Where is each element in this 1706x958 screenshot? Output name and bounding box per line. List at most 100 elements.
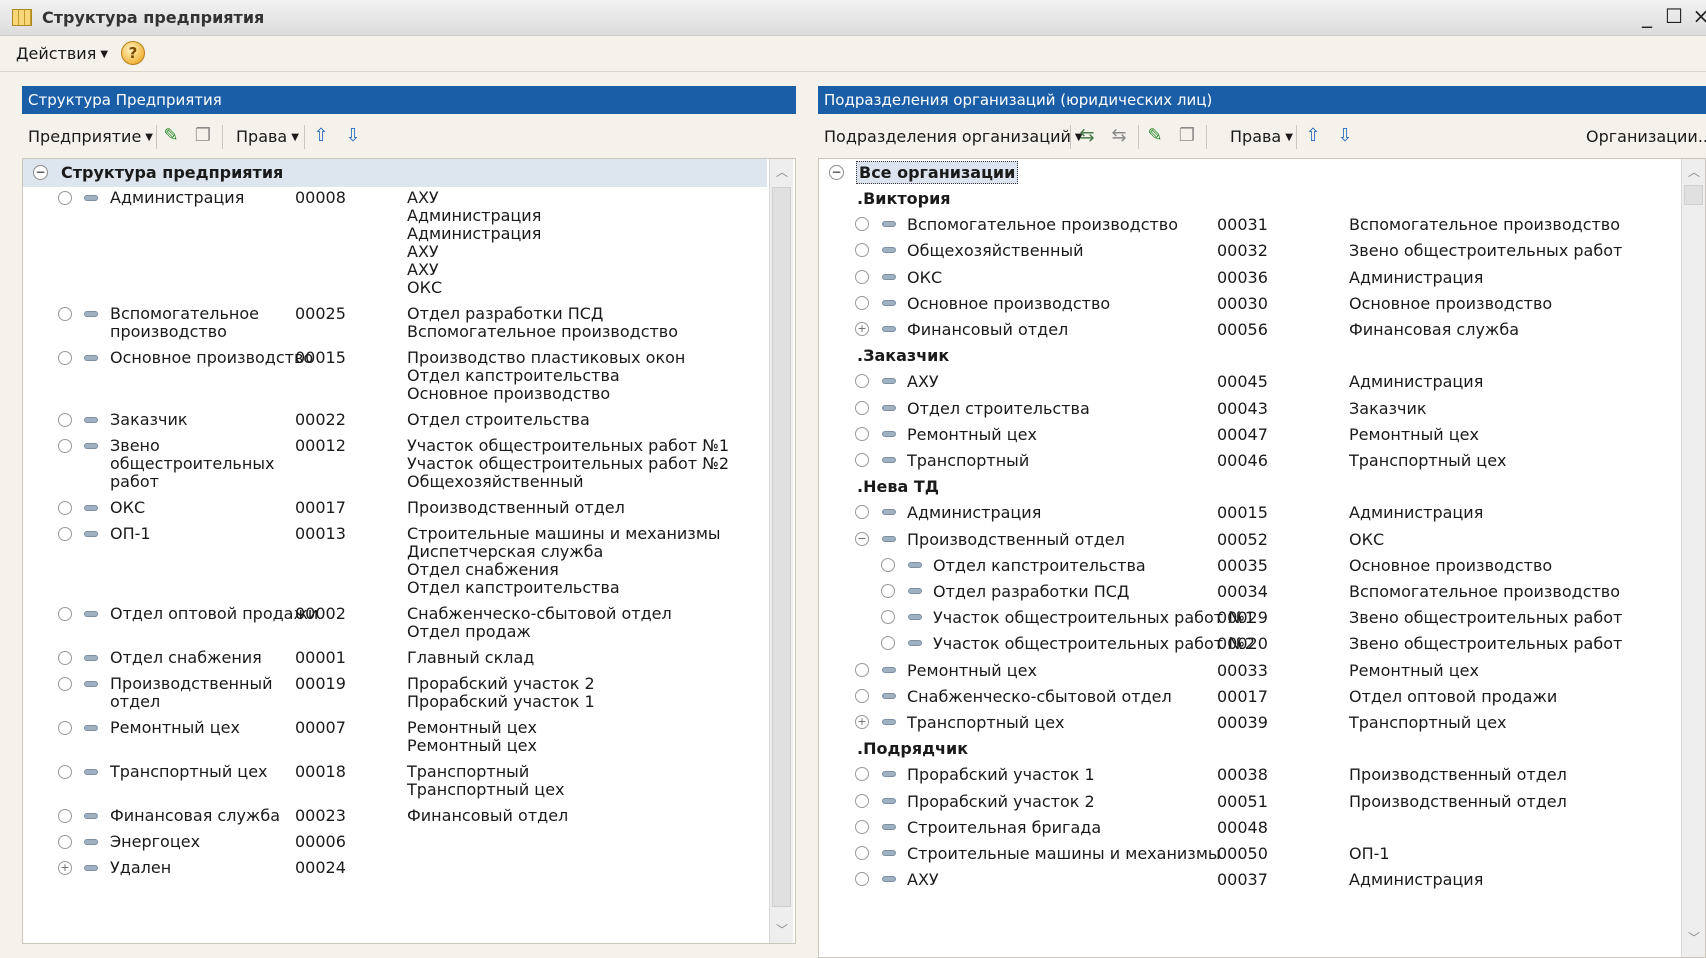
- enterprise-tree[interactable]: − Структура предприятия Администрация 000…: [22, 158, 796, 944]
- scroll-down-icon[interactable]: ﹀: [774, 921, 790, 937]
- radio-icon[interactable]: [855, 217, 869, 232]
- help-icon[interactable]: ?: [121, 41, 145, 65]
- tree-row[interactable]: Ремонтный цех 00007 Ремонтный цех Ремонтны…: [23, 717, 763, 761]
- tree-row[interactable]: Основное производство 00030 Основное произ…: [819, 292, 1679, 318]
- tree-row[interactable]: Общехозяйственный 00032 Звено общестроител…: [819, 239, 1679, 265]
- edit-icon[interactable]: ✎: [160, 126, 182, 146]
- radio-icon[interactable]: [58, 527, 72, 541]
- tree-row[interactable]: Прорабский участок 2 00051 Производственны…: [819, 790, 1679, 816]
- scrollbar-thumb[interactable]: [1684, 185, 1703, 205]
- radio-icon[interactable]: [58, 413, 72, 427]
- tree-row[interactable]: Снабженческо-сбытовой отдел 00017 Отдел оп…: [819, 685, 1679, 711]
- scroll-up-icon[interactable]: ︿: [1686, 163, 1702, 179]
- tree-row[interactable]: Заказчик 00022 Отдел строительства: [23, 409, 763, 435]
- add-subdivision-icon[interactable]: ⇆: [1076, 126, 1098, 146]
- tree-row[interactable]: АХУ 00037 Администрация: [819, 868, 1679, 894]
- radio-icon[interactable]: [855, 662, 869, 677]
- radio-icon[interactable]: [855, 295, 869, 310]
- subdivisions-tree[interactable]: − Все организации .Виктория Вспомогательн…: [818, 158, 1706, 958]
- radio-icon[interactable]: [58, 501, 72, 515]
- radio-icon[interactable]: [58, 191, 72, 205]
- radio-icon[interactable]: [855, 243, 869, 258]
- tree-row[interactable]: Прорабский участок 1 00038 Производственны…: [819, 763, 1679, 789]
- scroll-down-icon[interactable]: ﹀: [1686, 929, 1702, 945]
- copy-icon[interactable]: ❐: [192, 126, 214, 146]
- tree-row[interactable]: ОКС 00017 Производственный отдел: [23, 497, 763, 523]
- radio-icon[interactable]: [58, 721, 72, 735]
- radio-icon[interactable]: [855, 400, 869, 415]
- collapse-icon[interactable]: −: [33, 165, 48, 180]
- tree-row[interactable]: Производственный отдел 00019 Прорабский уч…: [23, 673, 763, 717]
- expand-icon[interactable]: +: [58, 861, 72, 875]
- radio-icon[interactable]: [58, 607, 72, 621]
- move-down-icon[interactable]: ⇩: [342, 126, 364, 146]
- radio-icon[interactable]: [855, 374, 869, 389]
- rights-menu[interactable]: Права ▼: [236, 127, 299, 146]
- vertical-scrollbar[interactable]: ︿ ﹀: [769, 159, 793, 943]
- scrollbar-thumb[interactable]: [772, 187, 791, 907]
- group-label[interactable]: .Нева ТД: [857, 477, 939, 496]
- tree-row[interactable]: Отдел капстроительства 00035 Основное прои…: [819, 554, 1679, 580]
- tree-row[interactable]: Ремонтный цех 00047 Ремонтный цех: [819, 423, 1679, 449]
- tree-row[interactable]: Ремонтный цех 00033 Ремонтный цех: [819, 659, 1679, 685]
- radio-icon[interactable]: [58, 651, 72, 665]
- radio-icon[interactable]: [855, 872, 869, 887]
- radio-icon[interactable]: [58, 765, 72, 779]
- organizations-button[interactable]: Организации...: [1586, 127, 1706, 146]
- enterprise-menu[interactable]: Предприятие ▼: [28, 127, 153, 146]
- radio-icon[interactable]: [855, 688, 869, 703]
- remove-subdivision-icon[interactable]: ⇆: [1108, 126, 1130, 146]
- tree-row[interactable]: Транспортный 00046 Транспортный цех: [819, 449, 1679, 475]
- tree-row[interactable]: Администрация 00008 АХУ Администрация Адми…: [23, 187, 763, 303]
- tree-row[interactable]: Основное производство 00015 Производство п…: [23, 347, 763, 409]
- radio-icon[interactable]: [855, 453, 869, 467]
- radio-icon[interactable]: [58, 835, 72, 849]
- tree-row[interactable]: Строительные машины и механизмы 00050 ОП-1: [819, 842, 1679, 868]
- tree-row[interactable]: АХУ 00045 Администрация: [819, 370, 1679, 396]
- tree-row[interactable]: ОП-1 00013 Строительные машины и механизмы…: [23, 523, 763, 603]
- move-up-icon[interactable]: ⇧: [310, 126, 332, 146]
- minimize-button[interactable]: _: [1634, 4, 1660, 28]
- tree-row[interactable]: Отдел строительства 00043 Заказчик: [819, 397, 1679, 423]
- expand-icon[interactable]: +: [855, 322, 869, 336]
- tree-row[interactable]: Участок общестроительных работ №2 00020 Зв…: [819, 632, 1679, 658]
- tree-row[interactable]: Финансовая служба 00023 Финансовый отдел: [23, 805, 763, 831]
- tree-row[interactable]: − Производственный отдел 00052 ОКС: [819, 528, 1679, 554]
- group-label[interactable]: .Заказчик: [857, 346, 949, 365]
- move-down-icon[interactable]: ⇩: [1334, 126, 1356, 146]
- collapse-icon[interactable]: −: [829, 165, 844, 180]
- radio-icon[interactable]: [855, 269, 869, 284]
- tree-row[interactable]: Вспомогательное производство 00031 Вспомог…: [819, 213, 1679, 239]
- tree-row[interactable]: Отдел снабжения 00001 Главный склад: [23, 647, 763, 673]
- copy-icon[interactable]: ❐: [1176, 126, 1198, 146]
- tree-row[interactable]: + Финансовый отдел 00056 Финансовая служба: [819, 318, 1679, 344]
- radio-icon[interactable]: [58, 439, 72, 453]
- radio-icon[interactable]: [58, 307, 72, 321]
- radio-icon[interactable]: [855, 505, 869, 520]
- tree-row[interactable]: Транспортный цех 00018 Транспортный Трансп…: [23, 761, 763, 805]
- tree-row[interactable]: Отдел разработки ПСД 00034 Вспомогательное…: [819, 580, 1679, 606]
- radio-icon[interactable]: [881, 557, 895, 572]
- radio-icon[interactable]: [881, 610, 895, 625]
- radio-icon[interactable]: [58, 677, 72, 691]
- tree-root[interactable]: − Структура предприятия: [23, 159, 767, 187]
- tree-row[interactable]: Вспомогательное производство 00025 Отдел р…: [23, 303, 763, 347]
- maximize-button[interactable]: ☐: [1661, 4, 1687, 28]
- tree-row[interactable]: Отдел оптовой продажи 00002 Снабженческо-с…: [23, 603, 763, 647]
- radio-icon[interactable]: [58, 809, 72, 823]
- expand-icon[interactable]: +: [855, 715, 869, 729]
- tree-row[interactable]: Администрация 00015 Администрация: [819, 501, 1679, 527]
- radio-icon[interactable]: [855, 767, 869, 782]
- actions-menu[interactable]: Действия ▼: [16, 44, 108, 63]
- tree-row[interactable]: + Удален 00024: [23, 857, 763, 883]
- close-button[interactable]: ×: [1688, 4, 1706, 28]
- radio-icon[interactable]: [881, 636, 895, 651]
- group-label[interactable]: .Виктория: [857, 189, 951, 208]
- edit-icon[interactable]: ✎: [1144, 126, 1166, 146]
- tree-row[interactable]: Звено общестроительных работ 00012 Участок…: [23, 435, 763, 497]
- tree-row[interactable]: Строительная бригада 00048: [819, 816, 1679, 842]
- tree-row[interactable]: Участок общестроительных работ №1 00029 Зв…: [819, 606, 1679, 632]
- tree-root[interactable]: − Все организации: [819, 159, 1681, 187]
- radio-icon[interactable]: [855, 426, 869, 441]
- subdivisions-menu[interactable]: Подразделения организаций ▼: [824, 127, 1083, 146]
